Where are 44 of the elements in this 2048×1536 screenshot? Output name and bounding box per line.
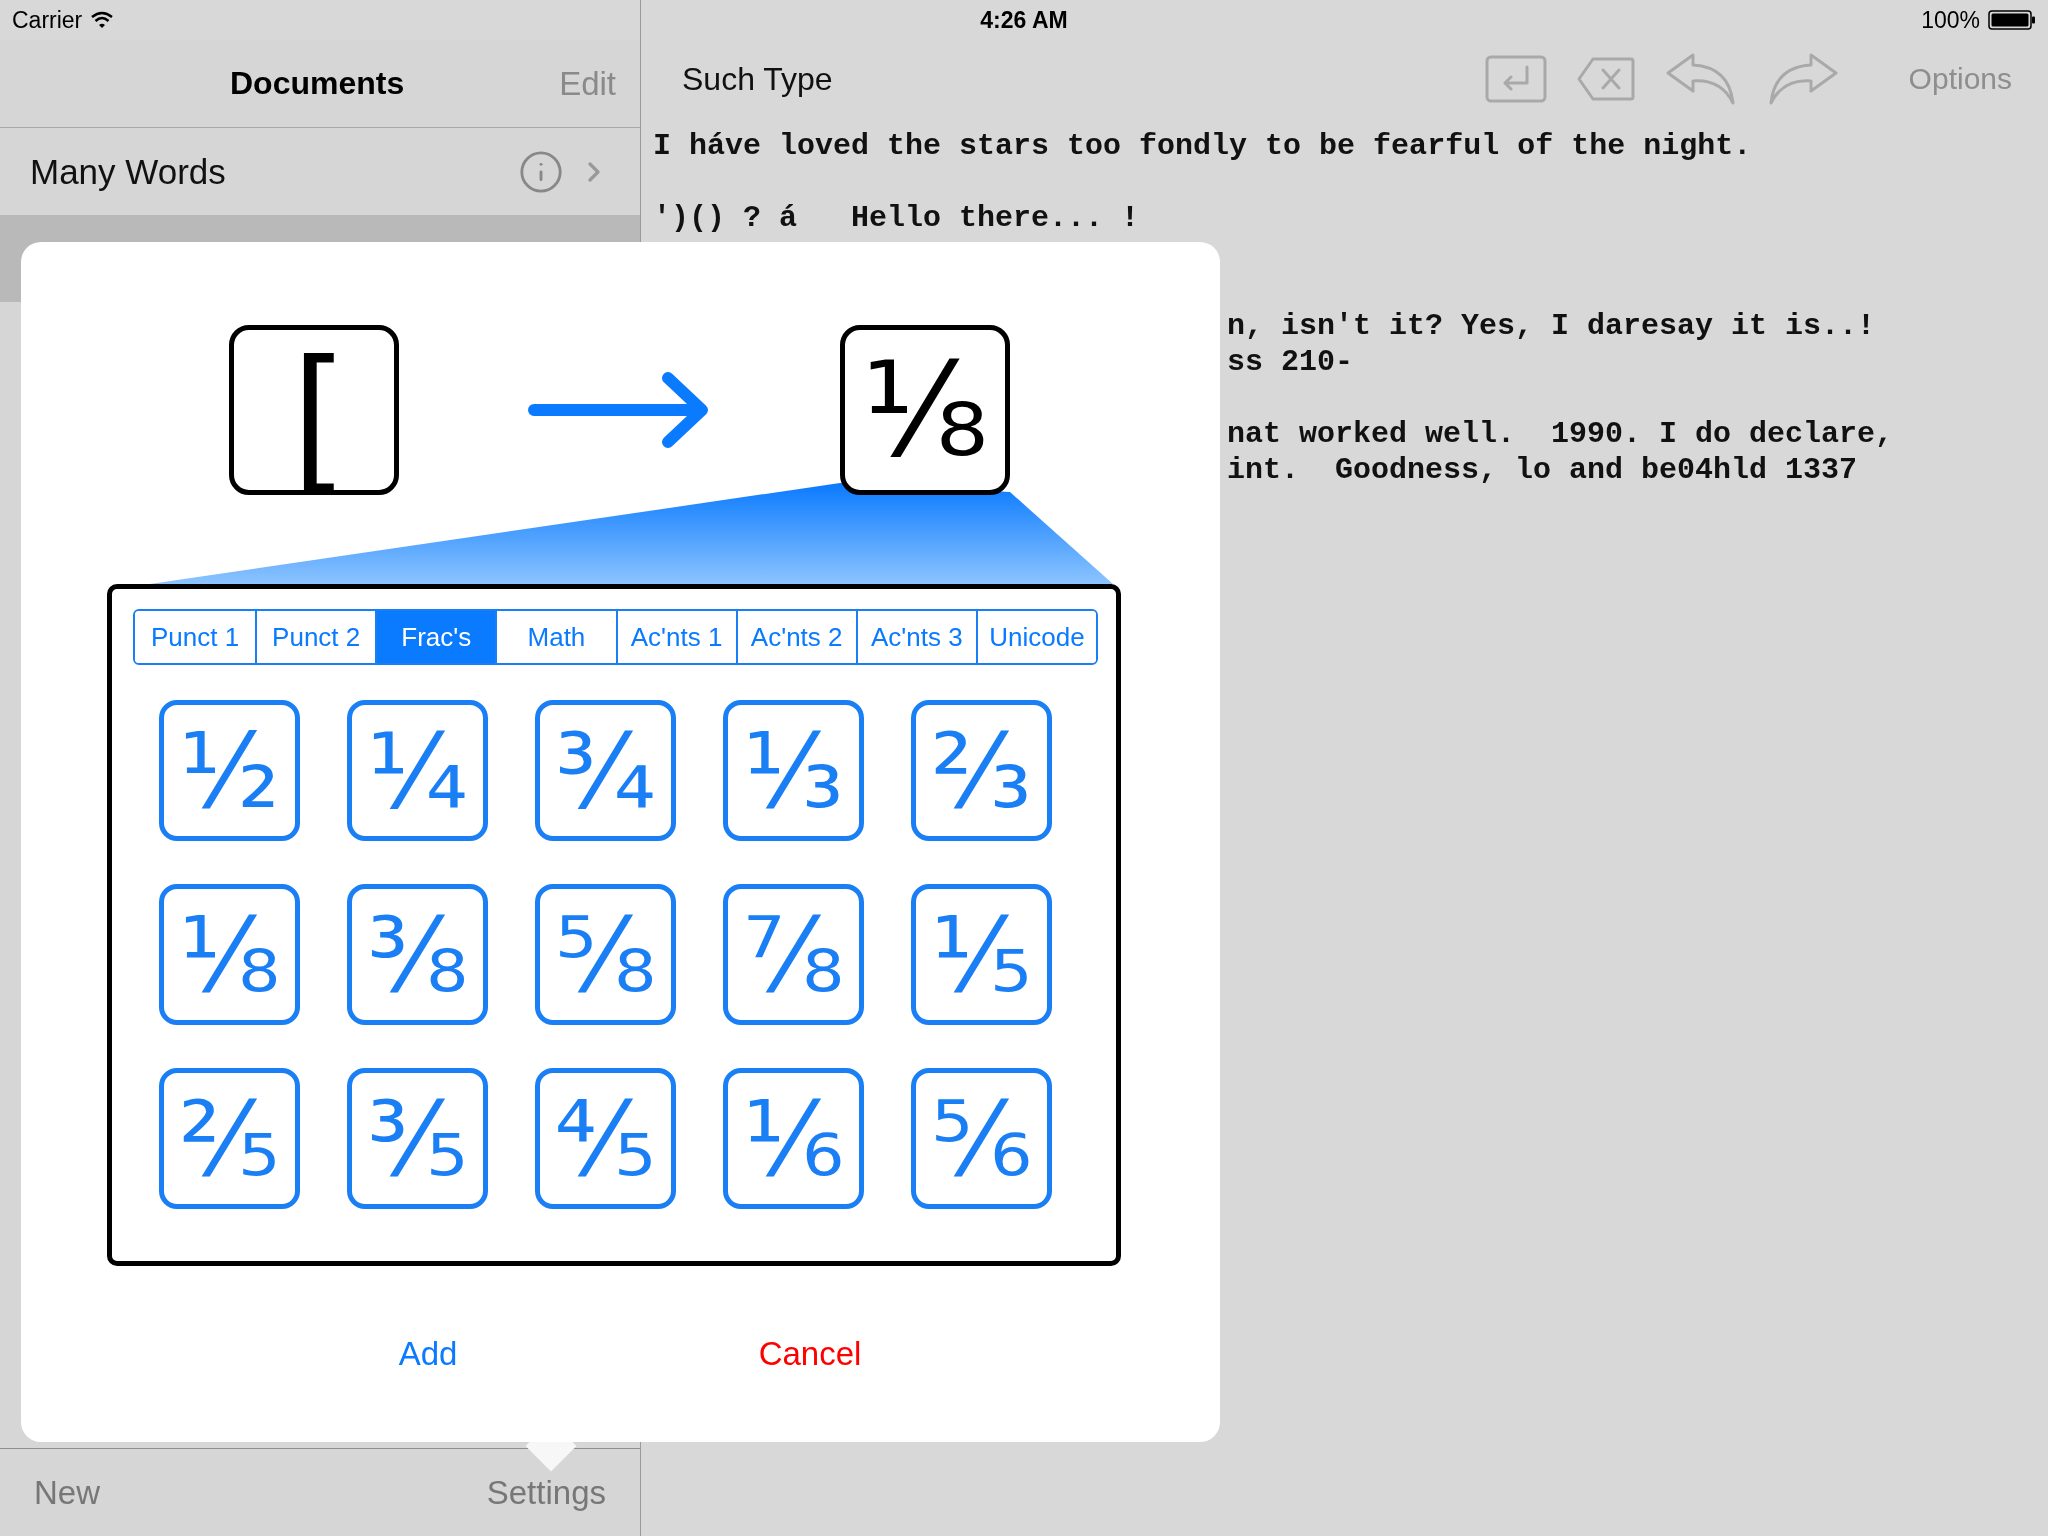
- battery-icon: [1988, 10, 2036, 30]
- fraction-key[interactable]: ⅗: [347, 1068, 488, 1209]
- category-tab[interactable]: Unicode: [975, 611, 1096, 663]
- fraction-key[interactable]: ⅔: [911, 700, 1052, 841]
- status-time: 4:26 AM: [980, 6, 1068, 34]
- fraction-key[interactable]: ⅖: [159, 1068, 300, 1209]
- source-key: [: [229, 325, 399, 495]
- text-line: ss 210-: [1227, 344, 1355, 380]
- text-line: nat worked well. 1990. I do declare,: [1227, 416, 1895, 452]
- battery-percent: 100%: [1921, 6, 1980, 34]
- popover-button[interactable]: Cancel: [710, 1326, 910, 1382]
- fraction-key[interactable]: ⅕: [911, 884, 1052, 1025]
- fraction-key[interactable]: ⅓: [723, 700, 864, 841]
- fraction-key[interactable]: ¼: [347, 700, 488, 841]
- options-button[interactable]: Options: [1908, 62, 2012, 96]
- fraction-key[interactable]: ¾: [535, 700, 676, 841]
- carrier-label: Carrier: [12, 6, 83, 34]
- wifi-icon: [90, 11, 115, 29]
- popover-button[interactable]: Add: [328, 1326, 528, 1382]
- fraction-key[interactable]: ⅙: [723, 1068, 864, 1209]
- info-icon[interactable]: [518, 148, 564, 195]
- sidebar-title: Documents: [230, 65, 405, 102]
- document-name: Many Words: [30, 151, 227, 192]
- fraction-key[interactable]: ⅘: [535, 1068, 676, 1209]
- fraction-key[interactable]: ½: [159, 700, 300, 841]
- text-line: I háve loved the stars too fondly to be fearful of the night.: [653, 128, 1753, 164]
- return-key-icon[interactable]: [1484, 55, 1547, 103]
- target-key: ⅛: [840, 325, 1010, 495]
- text-line: ')() ? á Hello there... !: [653, 200, 1141, 236]
- fraction-key[interactable]: ⅞: [723, 884, 864, 1025]
- text-line: n, isn't it? Yes, I daresay it is..!: [1227, 308, 1877, 344]
- arrow-icon: [528, 370, 711, 450]
- edit-button[interactable]: Edit: [559, 64, 616, 103]
- category-tab[interactable]: Frac's: [375, 611, 496, 663]
- text-line: int. Goodness, lo and be04hld 1337: [1227, 452, 1859, 488]
- fraction-key[interactable]: ⅜: [347, 884, 488, 1025]
- toolbar-button[interactable]: Settings: [486, 1473, 606, 1512]
- fraction-key[interactable]: ⅝: [535, 884, 676, 1025]
- toolbar-button[interactable]: New: [34, 1473, 101, 1512]
- document-title: Such Type: [682, 60, 833, 98]
- fraction-key[interactable]: ⅚: [911, 1068, 1052, 1209]
- fraction-key[interactable]: ⅛: [159, 884, 300, 1025]
- undo-icon[interactable]: [1664, 51, 1737, 107]
- delete-key-icon[interactable]: [1576, 57, 1635, 101]
